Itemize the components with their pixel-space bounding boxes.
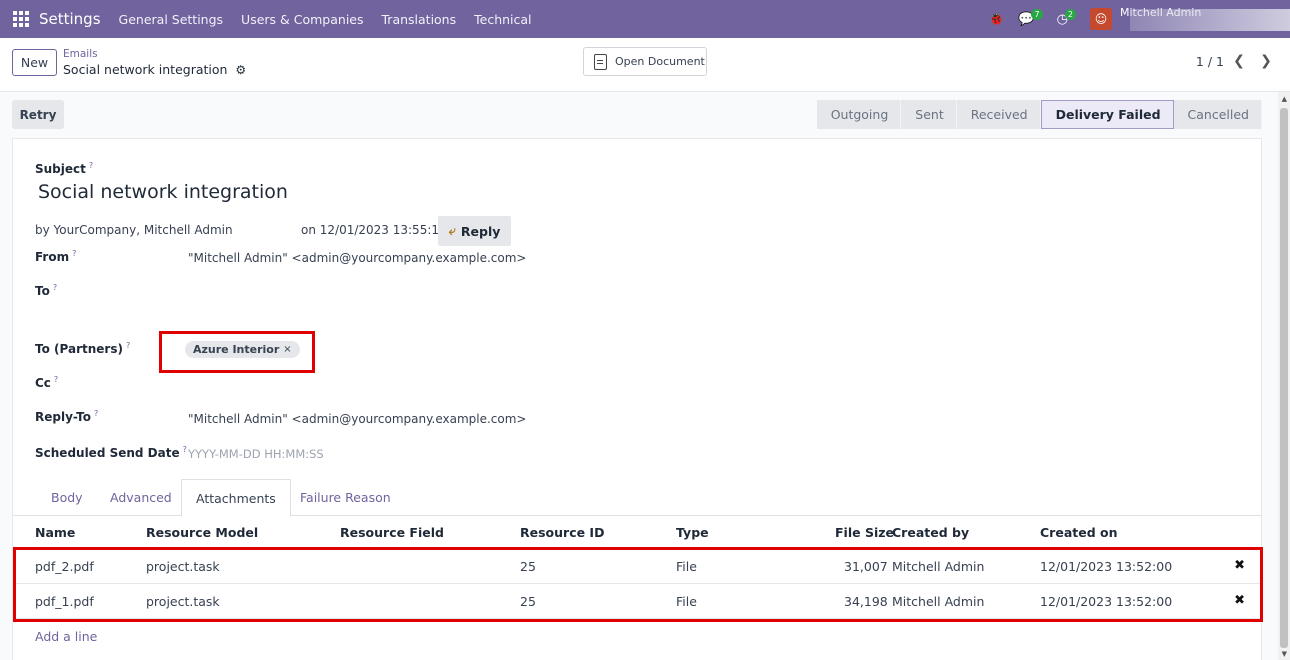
menu-general-settings[interactable]: General Settings xyxy=(119,12,224,27)
scrollbar-thumb[interactable] xyxy=(1280,108,1288,648)
tab-advanced[interactable]: Advanced xyxy=(110,479,172,516)
navbar-systray: 🐞 💬7 ◷2 ☺ Mitchell Admin xyxy=(988,0,1290,38)
stage-outgoing[interactable]: Outgoing xyxy=(816,100,902,129)
help-icon[interactable]: ? xyxy=(72,249,76,258)
to-label-text: To xyxy=(35,284,50,298)
scheduled-date-input[interactable]: YYYY-MM-DD HH:MM:SS xyxy=(188,447,324,461)
scroll-up-icon[interactable]: ▲ xyxy=(1282,95,1287,103)
tab-attachments[interactable]: Attachments xyxy=(181,479,291,517)
form-sheet: Subject? Social network integration by Y… xyxy=(12,138,1263,660)
reply-icon: ⤶ xyxy=(448,223,456,239)
help-icon[interactable]: ? xyxy=(126,341,130,350)
document-icon xyxy=(594,53,607,70)
column-resource-id[interactable]: Resource ID xyxy=(520,525,604,540)
column-name[interactable]: Name xyxy=(35,525,75,540)
cc-label-text: Cc xyxy=(35,376,51,390)
pager: 1 / 1 ❮ ❯ xyxy=(1196,50,1278,72)
scheduled-date-label: Scheduled Send Date? xyxy=(35,445,187,460)
menu-users-companies[interactable]: Users & Companies xyxy=(241,12,363,27)
activities-icon[interactable]: ◷ 2 xyxy=(1057,9,1076,27)
chevron-right-icon[interactable]: ❯ xyxy=(1254,50,1278,72)
stage-cancelled[interactable]: Cancelled xyxy=(1173,100,1262,129)
new-button[interactable]: New xyxy=(12,49,57,76)
column-type[interactable]: Type xyxy=(676,525,709,540)
messages-icon[interactable]: 💬 7 xyxy=(1018,9,1043,27)
retry-button[interactable]: Retry xyxy=(12,100,64,129)
breadcrumb-current-label: Social network integration xyxy=(63,62,228,77)
chevron-left-icon[interactable]: ❮ xyxy=(1227,50,1251,72)
to-partners-label-text: To (Partners) xyxy=(35,342,123,356)
app-brand[interactable]: Settings xyxy=(39,10,101,28)
stage-pipeline: Outgoing Sent Received Delivery Failed C… xyxy=(816,100,1262,129)
from-label-text: From xyxy=(35,250,70,264)
highlight-box-rows xyxy=(13,547,1263,622)
user-avatar[interactable]: ☺ xyxy=(1090,8,1112,30)
scroll-down-icon[interactable]: ▼ xyxy=(1282,650,1287,658)
blurred-area xyxy=(1130,9,1290,31)
apps-menu-icon[interactable] xyxy=(13,11,29,27)
notebook-tabs: Body Advanced Attachments Failure Reason xyxy=(13,479,1261,517)
date-info: on 12/01/2023 13:55:16 xyxy=(301,223,447,237)
breadcrumb-current: Social network integration ⚙ xyxy=(63,62,246,77)
help-icon[interactable]: ? xyxy=(54,375,58,384)
open-document-button[interactable]: Open Document xyxy=(583,47,707,76)
author-info: by YourCompany, Mitchell Admin xyxy=(35,223,233,237)
cc-label: Cc? xyxy=(35,375,58,390)
open-document-label: Open Document xyxy=(615,55,705,68)
reply-to-label: Reply-To? xyxy=(35,409,98,424)
scheduled-label-text: Scheduled Send Date xyxy=(35,446,180,460)
to-partners-label: To (Partners)? xyxy=(35,341,130,356)
reply-label: Reply xyxy=(460,223,501,239)
column-resource-field[interactable]: Resource Field xyxy=(340,525,444,540)
gear-icon[interactable]: ⚙ xyxy=(235,63,246,77)
subject-label-text: Subject xyxy=(35,162,86,176)
add-line-link[interactable]: Add a line xyxy=(35,629,97,644)
help-icon[interactable]: ? xyxy=(89,161,93,170)
menu-translations[interactable]: Translations xyxy=(382,12,457,27)
breadcrumb-parent[interactable]: Emails xyxy=(63,48,98,60)
column-resource-model[interactable]: Resource Model xyxy=(146,525,258,540)
control-panel: New Emails Social network integration ⚙ … xyxy=(0,38,1290,92)
reply-to-field[interactable]: "Mitchell Admin" <admin@yourcompany.exam… xyxy=(188,412,527,426)
menu-technical[interactable]: Technical xyxy=(474,12,531,27)
help-icon[interactable]: ? xyxy=(53,283,57,292)
column-created-on[interactable]: Created on xyxy=(1040,525,1118,540)
from-label: From? xyxy=(35,249,76,264)
reply-to-label-text: Reply-To xyxy=(35,410,91,424)
subject-label: Subject? xyxy=(35,161,93,176)
column-created-by[interactable]: Created by xyxy=(892,525,969,540)
stage-delivery-failed[interactable]: Delivery Failed xyxy=(1040,100,1174,129)
to-label: To? xyxy=(35,283,57,298)
messages-badge: 7 xyxy=(1031,9,1043,20)
column-file-size[interactable]: File Size xyxy=(835,525,894,540)
table-header: Name Resource Model Resource Field Resou… xyxy=(13,516,1261,549)
top-navbar: Settings General Settings Users & Compan… xyxy=(0,0,1290,38)
reply-button[interactable]: ⤶ Reply xyxy=(438,216,511,246)
stage-sent[interactable]: Sent xyxy=(901,100,957,129)
status-bar: Retry Outgoing Sent Received Delivery Fa… xyxy=(12,100,1262,130)
activities-badge: 2 xyxy=(1064,9,1076,20)
subject-field[interactable]: Social network integration xyxy=(38,181,288,203)
help-icon[interactable]: ? xyxy=(94,409,98,418)
pager-value[interactable]: 1 / 1 xyxy=(1196,54,1224,69)
debug-icon[interactable]: 🐞 xyxy=(988,12,1004,27)
help-icon[interactable]: ? xyxy=(183,445,187,454)
tab-failure-reason[interactable]: Failure Reason xyxy=(300,479,391,516)
tab-body[interactable]: Body xyxy=(51,479,83,516)
stage-received[interactable]: Received xyxy=(956,100,1041,129)
highlight-box-partner xyxy=(159,331,315,373)
from-field[interactable]: "Mitchell Admin" <admin@yourcompany.exam… xyxy=(188,251,527,265)
